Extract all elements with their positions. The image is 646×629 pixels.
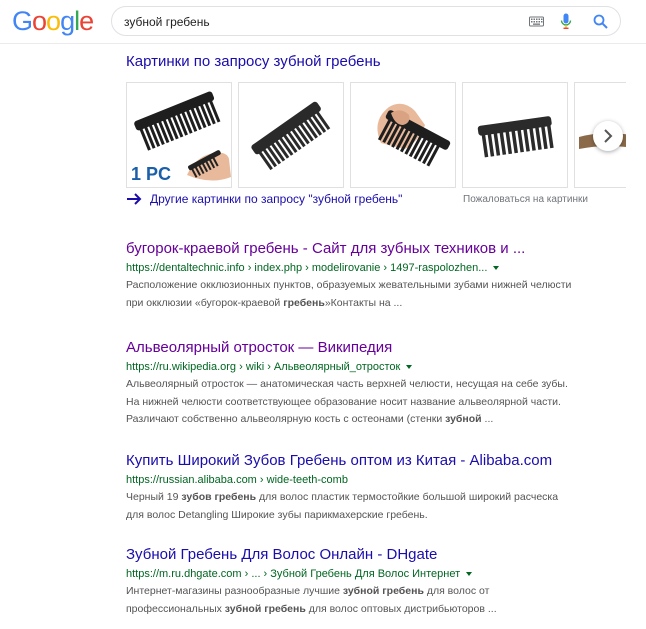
report-images-link[interactable]: Пожаловаться на картинки (463, 194, 588, 205)
logo-letter: o (46, 6, 61, 36)
snippet-line: при окклюзии «бугорок-краевой гребень»Ко… (126, 295, 616, 313)
thumb-badge-text: 1 PC (131, 164, 171, 184)
result-snippet: Интернет-магазины разнообразные лучшие з… (126, 583, 616, 618)
snippet-highlight: зубной гребень (342, 585, 424, 597)
result-url: https://russian.alibaba.com › wide-teeth… (126, 471, 616, 489)
logo-letter: G (12, 6, 33, 36)
search-input[interactable] (124, 13, 504, 31)
snippet-text: профессиональных (126, 602, 225, 615)
result-title[interactable]: Купить Широкий Зубов Гребень оптом из Ки… (126, 451, 616, 471)
result-url-text[interactable]: https://dentaltechnic.info › index.php ›… (126, 259, 487, 277)
snippet-line: Расположение окклюзионных пунктов, образ… (126, 277, 616, 295)
dropdown-caret-icon[interactable] (466, 572, 473, 576)
logo-letter: o (32, 6, 47, 36)
dropdown-caret-icon[interactable] (493, 266, 500, 270)
images-section-title[interactable]: Картинки по запросу зубной гребень (126, 53, 381, 70)
snippet-text: при окклюзии «бугорок-краевой (126, 296, 284, 309)
snippet-line: На нижней челюсти соответствующее образо… (126, 394, 616, 412)
image-thumbnail[interactable]: 1 PC (126, 82, 232, 188)
result-snippet: Черный 19 зубов гребень для волос пласти… (126, 489, 616, 524)
snippet-text: Черный 19 (126, 491, 182, 503)
snippet-line: Различают собственно альвеолярную кость … (126, 411, 616, 429)
result-url: https://dentaltechnic.info › index.php ›… (126, 259, 616, 277)
google-logo[interactable]: Google (12, 6, 94, 37)
comb-image (251, 101, 331, 171)
result-url: https://m.ru.dhgate.com › ... › Зубной Г… (126, 565, 616, 583)
snippet-text: для волос пластик термостойкие большой ш… (256, 491, 559, 503)
snippet-line: для волос Detangling Широкие зубы парикм… (126, 507, 616, 525)
logo-letter: e (79, 6, 94, 36)
snippet-text: Расположение окклюзионных пунктов, образ… (126, 279, 572, 291)
snippet-line: Черный 19 зубов гребень для волос пласти… (126, 489, 616, 507)
microphone-icon[interactable] (560, 13, 572, 30)
snippet-text: для волос Detangling Широкие зубы парикм… (126, 508, 428, 521)
result-url-text[interactable]: https://russian.alibaba.com › wide-teeth… (126, 471, 348, 489)
wide-tooth-comb-image (477, 116, 554, 158)
next-images-button[interactable] (593, 121, 623, 151)
search-result: Купить Широкий Зубов Гребень оптом из Ки… (126, 451, 616, 524)
chevron-right-icon (604, 129, 613, 143)
keyboard-icon[interactable] (529, 15, 544, 28)
result-snippet: Альвеолярный отросток — анатомическая ча… (126, 376, 616, 429)
snippet-highlight: зубной (445, 413, 482, 425)
search-icon[interactable] (593, 14, 608, 29)
snippet-highlight: гребень (283, 296, 325, 309)
image-thumbnails: 1 PC (126, 82, 626, 188)
snippet-text: Различают собственно альвеолярную кость … (126, 413, 446, 425)
header-bar: Google (0, 0, 646, 44)
result-title[interactable]: Альвеолярный отросток — Википедия (126, 338, 616, 358)
search-result: Зубной Гребень Для Волос Онлайн - DHgate… (126, 545, 616, 618)
snippet-line: Альвеолярный отросток — анатомическая ча… (126, 376, 616, 394)
search-result: бугорок-краевой гребень - Сайт для зубны… (126, 239, 616, 312)
snippet-line: профессиональных зубной гребень для воло… (126, 601, 616, 619)
snippet-highlight: зубной гребень (224, 602, 306, 615)
image-thumbnail[interactable] (238, 82, 344, 188)
result-snippet: Расположение окклюзионных пунктов, образ… (126, 277, 616, 312)
snippet-line: Интернет-магазины разнообразные лучшие з… (126, 583, 616, 601)
result-url: https://ru.wikipedia.org › wiki › Альвео… (126, 358, 616, 376)
snippet-text: На нижней челюсти соответствующее образо… (126, 395, 561, 408)
search-box (111, 6, 621, 36)
more-images-label: Другие картинки по запросу "зубной гребе… (150, 192, 403, 206)
search-result: Альвеолярный отросток — Википедия https:… (126, 338, 616, 429)
result-url-text[interactable]: https://ru.wikipedia.org › wiki › Альвео… (126, 358, 400, 376)
snippet-highlight: зубов гребень (181, 491, 257, 503)
snippet-text: для волос от (423, 585, 490, 597)
image-thumbnail[interactable] (350, 82, 456, 188)
result-title[interactable]: бугорок-краевой гребень - Сайт для зубны… (126, 239, 616, 259)
arrow-right-icon (127, 193, 142, 205)
snippet-text: Интернет-магазины разнообразные лучшие (126, 585, 343, 597)
result-title[interactable]: Зубной Гребень Для Волос Онлайн - DHgate (126, 545, 616, 565)
snippet-text: »Контакты на ... (324, 296, 403, 309)
snippet-text: ... (481, 413, 494, 425)
dropdown-caret-icon[interactable] (406, 365, 413, 369)
comb-with-hand-image: 1 PC (131, 91, 231, 184)
logo-letter: g (60, 6, 75, 36)
snippet-text: для волос оптовых дистрибьюторов ... (305, 602, 497, 615)
more-images-link[interactable]: Другие картинки по запросу "зубной гребе… (126, 192, 402, 206)
result-url-text[interactable]: https://m.ru.dhgate.com › ... › Зубной Г… (126, 565, 460, 583)
snippet-text: Альвеолярный отросток — анатомическая ча… (126, 378, 568, 390)
hand-holding-comb-image (377, 103, 451, 167)
image-thumbnail[interactable] (462, 82, 568, 188)
